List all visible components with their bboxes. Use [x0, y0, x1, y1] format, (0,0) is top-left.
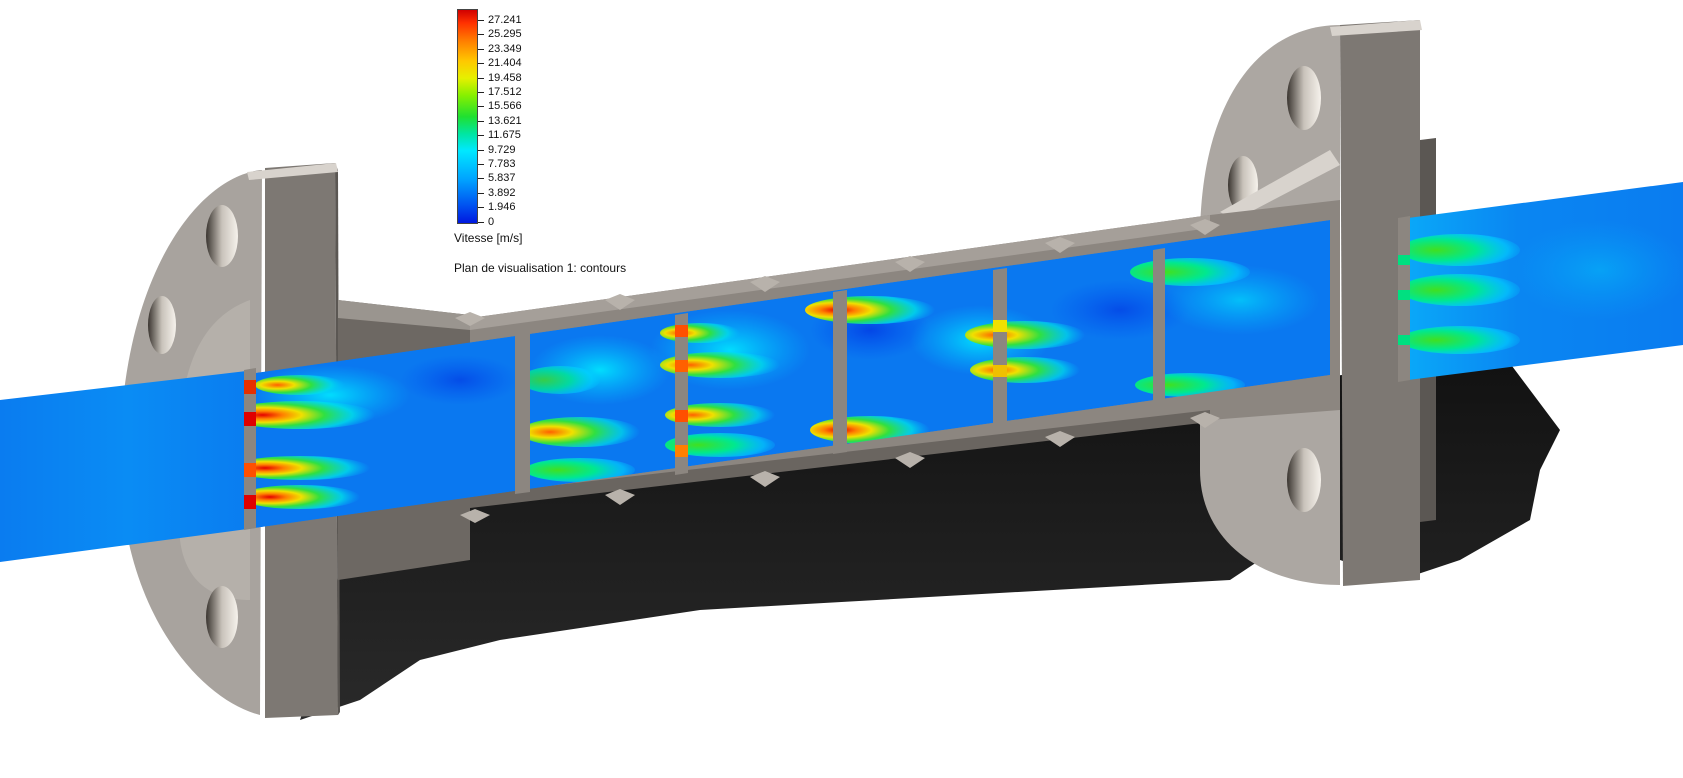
- legend-tick-label: 23.349: [488, 42, 522, 55]
- bolt-hole: [206, 205, 238, 267]
- legend-tick-mark: [478, 178, 484, 180]
- legend-tick-label: 15.566: [488, 100, 522, 113]
- legend-tick-mark: [478, 63, 484, 65]
- legend-tick-mark: [478, 135, 484, 137]
- color-scale-bar: [457, 9, 478, 224]
- legend-tick-label: 3.892: [488, 186, 516, 199]
- legend-tick-mark: [478, 48, 484, 50]
- legend-tick-mark: [478, 20, 484, 21]
- legend-tick-label: 19.458: [488, 71, 522, 84]
- outlet-flow: [1400, 182, 1683, 380]
- legend-tick-label: 11.675: [488, 129, 521, 142]
- legend-tick-mark: [478, 77, 484, 79]
- legend-tick-label: 9.729: [488, 143, 516, 156]
- legend-tick-mark: [478, 207, 484, 209]
- legend-tick-mark: [478, 34, 484, 36]
- visualization-plane-label: Plan de visualisation 1: contours: [454, 261, 627, 275]
- legend-tick-mark: [478, 120, 484, 122]
- legend-tick-mark: [478, 221, 484, 223]
- legend-tick-label: 17.512: [488, 86, 522, 98]
- legend-tick-label: 13.621: [488, 114, 522, 127]
- legend-tick-label: 1.946: [488, 201, 516, 214]
- bolt-hole: [206, 586, 238, 648]
- bolt-hole: [1287, 448, 1321, 512]
- legend-tick-mark: [478, 92, 484, 93]
- legend-tick-mark: [478, 106, 484, 108]
- legend-tick-label: 5.837: [488, 172, 516, 185]
- flow-simulation-view: [0, 20, 1683, 720]
- legend-tick-mark: [478, 164, 484, 165]
- legend-tick-label: 27.241: [488, 14, 522, 26]
- legend-tick-mark: [478, 149, 484, 151]
- bolt-hole: [148, 296, 176, 354]
- legend-tick-label: 25.295: [488, 28, 522, 41]
- legend-tick-label: 21.404: [488, 57, 522, 70]
- legend-tick-label: 7.783: [488, 158, 516, 170]
- bolt-hole: [1287, 66, 1321, 130]
- legend-unit-label: Vitesse [m/s]: [454, 231, 523, 245]
- legend-tick-label: 0: [488, 215, 495, 228]
- legend-tick-mark: [478, 192, 484, 194]
